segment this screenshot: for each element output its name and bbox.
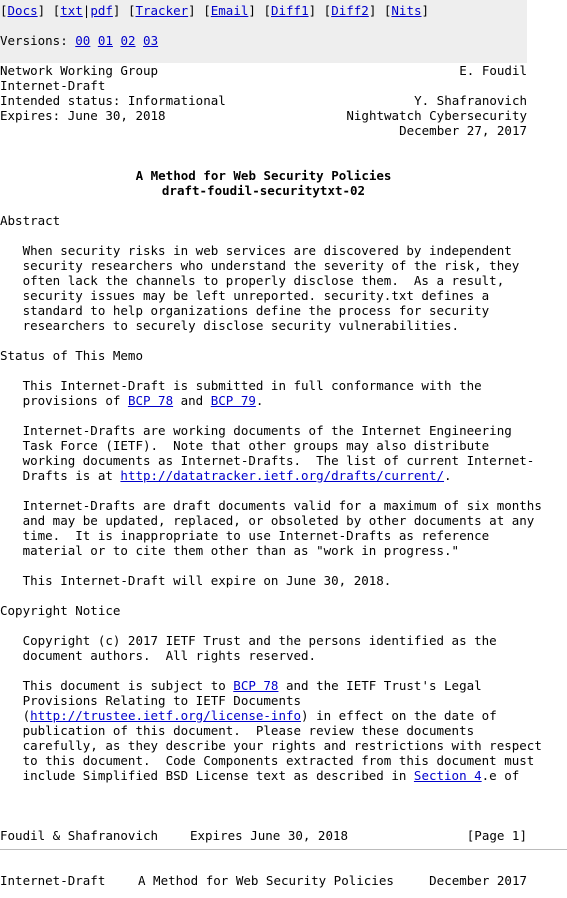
email-link[interactable]: Email [211, 3, 249, 18]
header-line-3: Intended status: Informational Y. Shafran… [0, 93, 527, 108]
abstract-line: When security risks in web services are … [0, 243, 512, 258]
expiry-date: Expires: June 30, 2018 [0, 108, 166, 123]
header-date: December 2017 [429, 873, 527, 888]
page-number: [Page 1] [466, 828, 527, 843]
header-line-1: Network Working Group E. Foudil [0, 63, 527, 78]
status-memo-line: working documents as Internet-Drafts. Th… [0, 453, 535, 468]
status-memo-line: Drafts is at http://datatracker.ietf.org… [0, 468, 527, 483]
footer-expires: Expires June 30, 2018 [190, 828, 349, 843]
copyright-line: publication of this document. Please rev… [0, 723, 475, 738]
copyright-line: (http://trustee.ietf.org/license-info) i… [0, 708, 527, 723]
draft-name: draft-foudil-securitytxt-02 [161, 183, 366, 198]
abstract-line: researchers to securely disclose securit… [0, 318, 460, 333]
abstract-line: often lack the channels to properly disc… [0, 273, 505, 288]
version-02-link[interactable]: 02 [120, 33, 135, 48]
nav-links-line: [Docs] [txt|pdf] [Tracker] [Email] [Diff… [0, 3, 430, 18]
status-text: and [173, 393, 211, 408]
bcp78-link[interactable]: BCP 78 [128, 393, 173, 408]
copyright-text: ) in effect on the date of [301, 708, 497, 723]
copyright-text: and the IETF Trust's Legal [278, 678, 482, 693]
page-footer: Foudil & Shafranovich Expires June 30, 20… [0, 828, 527, 843]
status-text: Drafts is at [0, 468, 121, 483]
copyright-line: include Simplified BSD License text as d… [0, 768, 527, 783]
copyright-text: .e of [481, 768, 520, 783]
header-line-5: December 27, 2017 [0, 123, 527, 138]
bcp78-link[interactable]: BCP 78 [233, 678, 278, 693]
license-info-link[interactable]: http://trustee.ietf.org/license-info [30, 708, 301, 723]
header-title: A Method for Web Security Policies [138, 873, 394, 888]
status-memo-line: Internet-Drafts are draft documents vali… [0, 498, 542, 513]
abstract-line: security researchers who understand the … [0, 258, 520, 273]
document-title: A Method for Web Security Policies [135, 168, 392, 183]
author-foudil: E. Foudil [459, 63, 527, 78]
txt-link[interactable]: txt [60, 3, 83, 18]
copyright-text: ( [0, 708, 31, 723]
section-4-link[interactable]: Section 4 [414, 768, 482, 783]
footer-authors: Foudil & Shafranovich [0, 828, 159, 843]
version-00-link[interactable]: 00 [75, 33, 90, 48]
diff1-link[interactable]: Diff1 [271, 3, 309, 18]
status-memo-line: This Internet-Draft is submitted in full… [0, 378, 482, 393]
status-memo-line: time. It is inappropriate to use Interne… [0, 528, 490, 543]
status-memo-heading: Status of This Memo [0, 348, 143, 363]
publication-date: December 27, 2017 [399, 123, 527, 138]
status-memo-line: provisions of BCP 78 and BCP 79. [0, 393, 527, 408]
status-text: . [444, 468, 452, 483]
author-organization: Nightwatch Cybersecurity [346, 108, 527, 123]
status-text: provisions of [0, 393, 128, 408]
drafts-list-link[interactable]: http://datatracker.ietf.org/drafts/curre… [120, 468, 444, 483]
page-divider [0, 849, 567, 850]
version-01-link[interactable]: 01 [98, 33, 113, 48]
versions-line: Versions: 00 01 02 03 [0, 33, 527, 48]
tracker-link[interactable]: Tracker [135, 3, 188, 18]
status-text: . [255, 393, 264, 408]
copyright-line: This document is subject to BCP 78 and t… [0, 678, 527, 693]
copyright-text: This document is subject to [0, 678, 234, 693]
status-memo-line: material or to cite them other than as "… [0, 543, 460, 558]
abstract-line: security issues may be left unreported. … [0, 288, 490, 303]
abstract-line: standard to help organizations define th… [0, 303, 490, 318]
status-memo-line: Task Force (IETF). Note that other group… [0, 438, 490, 453]
author-shafranovich: Y. Shafranovich [414, 93, 527, 108]
pdf-link[interactable]: pdf [90, 3, 113, 18]
copyright-line: document authors. All rights reserved. [0, 648, 317, 663]
copyright-line: carefully, as they describe your rights … [0, 738, 542, 753]
working-group: Network Working Group [0, 63, 159, 78]
copyright-line: to this document. Code Components extrac… [0, 753, 535, 768]
header-line-4: Expires: June 30, 2018 Nightwatch Cyberse… [0, 108, 527, 123]
diff2-link[interactable]: Diff2 [331, 3, 369, 18]
abstract-heading: Abstract [0, 213, 61, 228]
docs-link[interactable]: Docs [8, 3, 38, 18]
expiration-notice: This Internet-Draft will expire on June … [0, 573, 392, 588]
version-03-link[interactable]: 03 [143, 33, 158, 48]
intended-status: Intended status: Informational [0, 93, 226, 108]
copyright-heading: Copyright Notice [0, 603, 121, 618]
copyright-line: Provisions Relating to IETF Documents [0, 693, 302, 708]
next-page-header: Internet-Draft A Method for Web Security … [0, 873, 527, 888]
status-memo-line: and may be updated, replaced, or obsolet… [0, 513, 535, 528]
document-type: Internet-Draft [0, 78, 106, 93]
versions-label: Versions: [0, 33, 68, 48]
bcp79-link[interactable]: BCP 79 [211, 393, 256, 408]
nits-link[interactable]: Nits [391, 3, 421, 18]
copyright-line: Copyright (c) 2017 IETF Trust and the pe… [0, 633, 497, 648]
copyright-text: include Simplified BSD License text as d… [0, 768, 414, 783]
header-line-2: Internet-Draft [0, 78, 527, 93]
header-doc-type: Internet-Draft [0, 873, 106, 888]
status-memo-line: Internet-Drafts are working documents of… [0, 423, 512, 438]
